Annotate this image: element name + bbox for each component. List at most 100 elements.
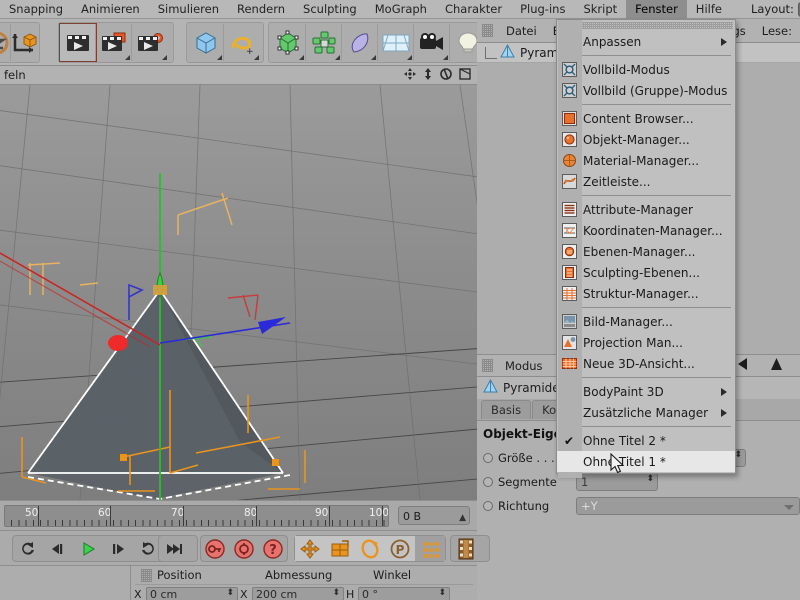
filmstrip-icon[interactable] — [451, 536, 481, 561]
material-manager-icon — [557, 150, 581, 171]
menu-separator — [561, 307, 731, 308]
frame-field-value: 0 B — [403, 510, 421, 523]
viewport-3d[interactable] — [0, 85, 477, 500]
attribute-object-label: Pyramide- — [503, 381, 564, 395]
content-browser-icon — [557, 108, 581, 129]
property-radio-icon[interactable] — [483, 453, 493, 463]
timeline-ruler[interactable]: 50 60 70 80 90 100 — [4, 505, 389, 527]
menu-item-bild-manager[interactable]: Bild-Manager... — [557, 311, 735, 332]
menu-item-ohne-titel-2[interactable]: ✔ Ohne Titel 2 * — [557, 430, 735, 451]
panel-grip-icon[interactable] — [482, 359, 493, 372]
stepper-icon[interactable]: ⬍ — [438, 589, 446, 597]
floor-scene-icon[interactable] — [378, 24, 414, 61]
step-forward-icon[interactable] — [103, 536, 133, 561]
stepper-icon[interactable]: ⬍ — [646, 475, 654, 483]
menu-item-hilfe[interactable]: Hilfe — [687, 0, 731, 19]
menu-item-rendern[interactable]: Rendern — [228, 0, 294, 19]
hyper-nurbs-icon[interactable] — [270, 24, 306, 61]
cube-primitive-icon[interactable] — [188, 24, 224, 61]
submenu-arrow-icon — [721, 38, 727, 46]
frame-field[interactable]: 0 B ▲▼ — [398, 506, 470, 525]
menu-item-koordinaten-manager[interactable]: XZ Koordinaten-Manager... — [557, 220, 735, 241]
tab-basis[interactable]: Basis — [481, 400, 531, 419]
maximize-view-icon[interactable] — [459, 68, 471, 83]
rotate-view-icon[interactable] — [440, 68, 452, 83]
menu-item-vollbild-modus[interactable]: Vollbild-Modus — [557, 59, 735, 80]
menu-item-animieren[interactable]: Animieren — [72, 0, 149, 19]
property-radio-icon[interactable] — [483, 501, 493, 511]
render-view-icon[interactable] — [60, 24, 96, 61]
submenu-arrow-icon — [721, 388, 727, 396]
position-x-input[interactable]: 0 cm ⬍ — [146, 587, 238, 600]
menu-item-charakter[interactable]: Charakter — [436, 0, 511, 19]
menu-item-simulieren[interactable]: Simulieren — [149, 0, 228, 19]
menu-item-sculpting[interactable]: Sculpting — [294, 0, 366, 19]
rotation-key-icon[interactable] — [355, 536, 385, 561]
flyout-corner-icon — [335, 55, 340, 60]
menu-item-attribute-manager[interactable]: Attribute-Manager — [557, 199, 735, 220]
transport-group-playback — [12, 535, 164, 562]
menu-item-ohne-titel-1[interactable]: Ohne Titel 1 * — [557, 451, 735, 472]
stepper-icon[interactable]: ⬍ — [332, 589, 340, 597]
menu-item-snapping[interactable]: Snapping — [0, 0, 72, 19]
menu-item-fenster[interactable]: Fenster — [626, 0, 687, 19]
menu-item-zeitleiste[interactable]: Zeitleiste... — [557, 171, 735, 192]
autokey-icon[interactable] — [230, 536, 259, 561]
menu-item-sculpting-ebenen[interactable]: Sculpting-Ebenen... — [557, 262, 735, 283]
array-generator-icon[interactable] — [306, 24, 342, 61]
play-icon[interactable] — [73, 536, 103, 561]
transport-group-filmstrip — [450, 535, 490, 562]
om-menu-datei[interactable]: Datei — [498, 24, 545, 38]
go-to-start-icon[interactable] — [13, 536, 43, 561]
move-view-icon[interactable] — [404, 68, 416, 83]
segmente-input[interactable]: 1 ⬍ — [576, 473, 658, 491]
scale-key-icon[interactable] — [325, 536, 355, 561]
keyframe-help-icon[interactable]: ? — [258, 536, 287, 561]
point-key-icon[interactable] — [415, 536, 445, 561]
menu-item-struktur-manager[interactable]: Struktur-Manager... — [557, 283, 735, 304]
menu-item-content-browser[interactable]: Content Browser... — [557, 108, 735, 129]
undo-icon[interactable] — [0, 24, 11, 61]
menu-item-neue-3d-ansicht[interactable]: Neue 3D-Ansicht... — [557, 353, 735, 374]
menu-item-objekt-manager[interactable]: Objekt-Manager... — [557, 129, 735, 150]
prev-arrow-icon[interactable] — [736, 357, 751, 374]
axis-cube-icon[interactable] — [11, 24, 39, 61]
param-key-icon[interactable]: P — [385, 536, 415, 561]
timeline-bar: 50 60 70 80 90 100 0 B ▲▼ — [0, 500, 477, 530]
menu-item-projection-man[interactable]: Projection Man... — [557, 332, 735, 353]
step-back-icon[interactable] — [43, 536, 73, 561]
menu-item-ebenen-manager[interactable]: Ebenen-Manager... — [557, 241, 735, 262]
camera-icon[interactable] — [414, 24, 450, 61]
menu-item-bodypaint-3d[interactable]: BodyPaint 3D — [557, 381, 735, 402]
panel-grip-icon[interactable] — [482, 24, 493, 37]
menu-item-skript[interactable]: Skript — [574, 0, 626, 19]
richtung-dropdown[interactable]: +Y — [576, 497, 800, 515]
menu-grip-icon[interactable] — [559, 22, 733, 29]
stepper-icon[interactable]: ⬍ — [226, 589, 234, 597]
spline-pen-icon[interactable]: + — [224, 24, 260, 61]
menu-item-vollbild-gruppe-modus[interactable]: Vollbild (Gruppe)-Modus — [557, 80, 735, 101]
render-settings-icon[interactable] — [132, 24, 168, 61]
next-key-icon[interactable] — [159, 536, 189, 561]
om-menu-lesezeichen[interactable]: Lese: — [754, 24, 800, 38]
menu-item-plugins[interactable]: Plug-ins — [511, 0, 574, 19]
menu-item-mograph[interactable]: MoGraph — [366, 0, 436, 19]
scale-view-icon[interactable] — [423, 68, 433, 83]
blank-icon — [557, 402, 581, 423]
bend-deformer-icon[interactable] — [342, 24, 378, 61]
property-radio-icon[interactable] — [483, 477, 493, 487]
cinema4d-window: Snapping Animieren Simulieren Rendern Sc… — [0, 0, 800, 600]
render-region-icon[interactable] — [96, 24, 132, 61]
flyout-corner-icon — [217, 55, 222, 60]
angle-h-input[interactable]: 0 ° ⬍ — [358, 587, 450, 600]
coord-header-winkel: Winkel — [373, 568, 411, 582]
up-arrow-icon[interactable] — [769, 357, 784, 374]
am-menu-modus[interactable]: Modus — [498, 359, 550, 373]
menu-item-zusaetzliche-manager[interactable]: Zusätzliche Manager — [557, 402, 735, 423]
position-key-icon[interactable] — [295, 536, 325, 561]
menu-item-material-manager[interactable]: Material-Manager... — [557, 150, 735, 171]
panel-grip-icon[interactable] — [141, 569, 152, 582]
size-x-input[interactable]: 200 cm ⬍ — [252, 587, 344, 600]
record-key-icon[interactable] — [201, 536, 230, 561]
menu-item-anpassen[interactable]: Anpassen — [557, 31, 735, 52]
